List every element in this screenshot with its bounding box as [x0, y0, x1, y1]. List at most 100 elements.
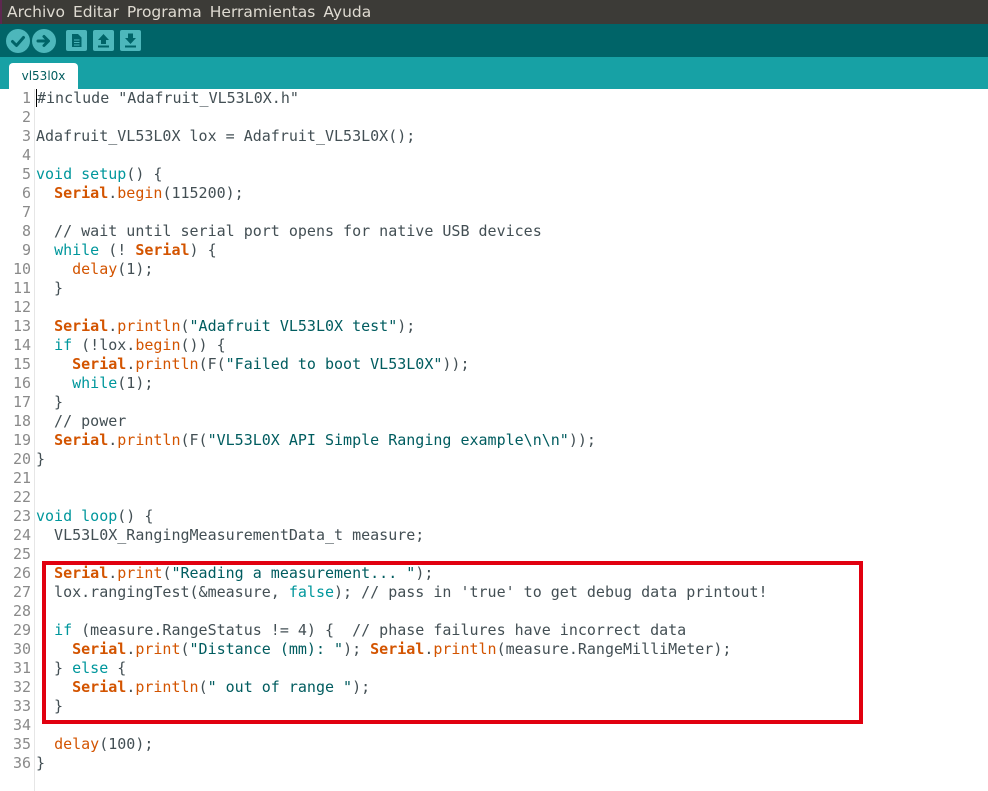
code-token: (measure.RangeStatus != 4) { // phase fa… — [72, 621, 687, 639]
code-line[interactable]: 27 lox.rangingTest(&measure, false); // … — [0, 583, 988, 602]
code-token: // wait until serial port opens for nati… — [36, 222, 542, 240]
menu-archivo[interactable]: Archivo — [7, 0, 65, 24]
arrow-right-icon — [36, 34, 50, 47]
code-line[interactable]: 4 — [0, 146, 988, 165]
code-line[interactable]: 30 Serial.print("Distance (mm): "); Seri… — [0, 640, 988, 659]
code-text: // wait until serial port opens for nati… — [36, 222, 542, 241]
code-line[interactable]: 1 #include "Adafruit_VL53L0X.h" — [0, 89, 988, 108]
code-token: Serial — [54, 431, 109, 449]
open-button[interactable] — [93, 30, 114, 51]
code-line[interactable]: 20} — [0, 450, 988, 469]
code-line[interactable]: 15 Serial.println(F("Failed to boot VL53… — [0, 355, 988, 374]
code-token: "Reading a measurement... " — [171, 564, 416, 582]
code-line[interactable]: 34 — [0, 716, 988, 735]
code-token: ); — [343, 640, 371, 658]
code-text: lox.rangingTest(&measure, false); // pas… — [36, 583, 767, 602]
code-line[interactable]: 6 Serial.begin(115200); — [0, 184, 988, 203]
code-text: } — [36, 279, 63, 298]
line-number: 28 — [12, 602, 31, 620]
code-text: VL53L0X_RangingMeasurementData_t measure… — [36, 526, 424, 545]
code-line[interactable]: 10 delay(1); — [0, 260, 988, 279]
check-icon — [11, 35, 25, 47]
line-number: 33 — [12, 697, 31, 715]
line-number: 2 — [21, 108, 31, 126]
toolbar — [0, 24, 988, 57]
code-token: Serial — [135, 241, 190, 259]
code-token: . — [126, 678, 136, 696]
line-number: 35 — [12, 735, 31, 753]
code-line[interactable]: 16 while(1); — [0, 374, 988, 393]
code-token: ); — [397, 317, 416, 335]
code-token: "Distance (mm): " — [189, 640, 344, 658]
code-line[interactable]: 11 } — [0, 279, 988, 298]
menu-herramientas[interactable]: Herramientas — [210, 0, 316, 24]
code-editor[interactable]: 1 #include "Adafruit_VL53L0X.h" 2 3 Adafruit… — [0, 89, 988, 791]
code-token: Adafruit_VL53L0X lox = Adafruit_VL53L0X(… — [36, 127, 416, 145]
code-line[interactable]: 26 Serial.print("Reading a measurement..… — [0, 564, 988, 583]
code-token: (100); — [99, 735, 154, 753]
code-text: while(1); — [36, 374, 153, 393]
tab-vl53l0x[interactable]: vl53l0x — [9, 63, 78, 89]
code-line[interactable]: 24 VL53L0X_RangingMeasurementData_t meas… — [0, 526, 988, 545]
code-line[interactable]: 22 — [0, 488, 988, 507]
code-line[interactable]: 36} — [0, 754, 988, 773]
code-line[interactable]: 9 while (! Serial) { — [0, 241, 988, 260]
code-text: delay(1); — [36, 260, 153, 279]
menu-programa[interactable]: Programa — [127, 0, 202, 24]
code-token: Serial — [72, 640, 127, 658]
line-number: 30 — [12, 640, 31, 658]
code-text: Serial.println("Adafruit VL53L0X test"); — [36, 317, 415, 336]
code-token: ) { — [189, 241, 217, 259]
code-line[interactable]: 12 — [0, 298, 988, 317]
code-token: include "Adafruit_VL53L0X.h" — [46, 89, 299, 107]
upload-button[interactable] — [32, 28, 56, 53]
line-number: 7 — [21, 203, 31, 221]
line-number: 36 — [12, 754, 31, 772]
code-text: Adafruit_VL53L0X lox = Adafruit_VL53L0X(… — [36, 127, 415, 146]
save-button[interactable] — [120, 30, 141, 51]
code-token: "Adafruit VL53L0X test" — [189, 317, 398, 335]
code-line[interactable]: 17 } — [0, 393, 988, 412]
code-line[interactable]: 13 Serial.println("Adafruit VL53L0X test… — [0, 317, 988, 336]
code-token: (115200); — [162, 184, 244, 202]
line-number: 16 — [12, 374, 31, 392]
code-line[interactable]: 14 if (!lox.begin()) { — [0, 336, 988, 355]
code-line[interactable]: 33 } — [0, 697, 988, 716]
code-line[interactable]: 32 Serial.println(" out of range "); — [0, 678, 988, 697]
menu-editar[interactable]: Editar — [73, 0, 119, 24]
new-button[interactable] — [66, 30, 87, 51]
code-text: Serial.print("Distance (mm): "); Serial.… — [36, 640, 731, 659]
save-arrow-down-icon — [125, 33, 136, 48]
code-token: )); — [442, 355, 470, 373]
code-line[interactable]: 21 — [0, 469, 988, 488]
code-token: . — [126, 640, 136, 658]
code-line[interactable]: 23 void loop() { — [0, 507, 988, 526]
code-token: while — [72, 374, 118, 392]
code-line[interactable]: 35 delay(100); — [0, 735, 988, 754]
code-line[interactable]: 28 — [0, 602, 988, 621]
code-line[interactable]: 2 — [0, 108, 988, 127]
code-line[interactable]: 25 — [0, 545, 988, 564]
code-line[interactable]: 7 — [0, 203, 988, 222]
code-token: ); — [415, 564, 434, 582]
code-line[interactable]: 19 Serial.println(F("VL53L0X API Simple … — [0, 431, 988, 450]
code-line[interactable]: 3 Adafruit_VL53L0X lox = Adafruit_VL53L0X… — [0, 127, 988, 146]
code-line[interactable]: 5 void setup() { — [0, 165, 988, 184]
code-token: print — [117, 564, 163, 582]
line-number: 13 — [12, 317, 31, 335]
line-number: 11 — [12, 279, 31, 297]
code-line[interactable]: 31 } else { — [0, 659, 988, 678]
code-line[interactable]: 29 if (measure.RangeStatus != 4) { // ph… — [0, 621, 988, 640]
code-token: } — [36, 450, 46, 468]
menu-ayuda[interactable]: Ayuda — [323, 0, 371, 24]
code-line[interactable]: 18 // power — [0, 412, 988, 431]
code-line[interactable]: 8 // wait until serial port opens for na… — [0, 222, 988, 241]
verify-button[interactable] — [6, 28, 30, 53]
